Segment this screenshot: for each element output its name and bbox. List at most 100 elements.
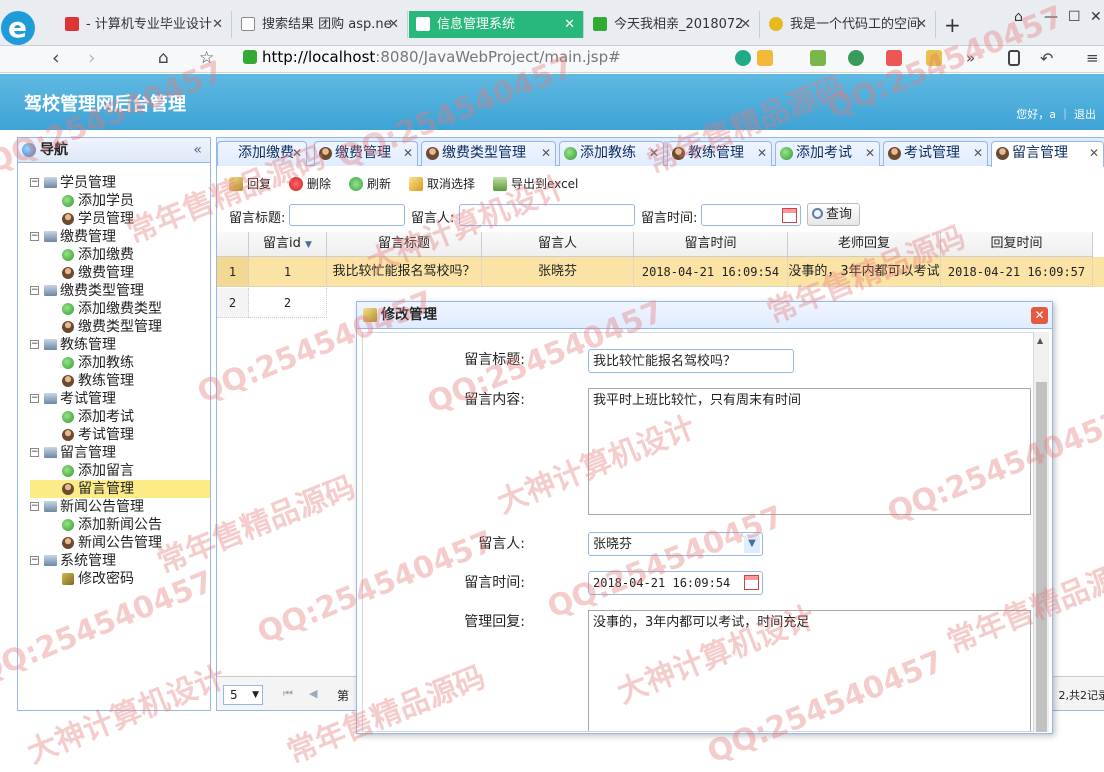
collapse-toggle-icon[interactable]: − (30, 448, 39, 457)
browser-tab-5[interactable]: 我是一个代码工的空间 ✕ (762, 11, 936, 38)
tab-close-icon[interactable]: ✕ (541, 142, 551, 165)
nav-item[interactable]: 学员管理 (30, 210, 210, 228)
page-size-select[interactable]: 5▼ (223, 685, 263, 705)
browser-tab-3[interactable]: 信息管理系统 ✕ (409, 11, 584, 38)
tab-close-icon[interactable]: ✕ (757, 142, 767, 165)
prev-page-icon[interactable]: ◀ (309, 687, 317, 700)
nav-item[interactable]: 修改密码 (30, 570, 210, 588)
reply-textarea[interactable]: 没事的，3年内都可以考试，时间充足 (588, 610, 1031, 732)
back-icon[interactable]: ‹ (52, 47, 60, 69)
unselect-button[interactable]: 取消选择 (409, 174, 475, 194)
tab-close-icon[interactable]: ✕ (740, 11, 751, 38)
forward-icon[interactable]: › (88, 47, 96, 69)
collapse-toggle-icon[interactable]: − (30, 178, 39, 187)
nav-item[interactable]: 缴费类型管理 (30, 318, 210, 336)
filter-title-input[interactable] (289, 204, 405, 226)
nav-item[interactable]: 添加缴费 (30, 246, 210, 264)
export-excel-button[interactable]: 导出到excel (493, 174, 578, 194)
content-tab[interactable]: 添加考试✕ (775, 141, 880, 166)
author-select[interactable]: 张晓芬▼ (588, 532, 763, 556)
security-icon[interactable] (848, 50, 864, 66)
tab-close-icon[interactable]: ✕ (564, 11, 575, 38)
home-icon[interactable]: ⌂ (158, 48, 169, 68)
calendar-icon[interactable] (782, 208, 797, 223)
nav-item[interactable]: 留言管理 (30, 480, 210, 498)
tab-close-icon[interactable]: ✕ (388, 11, 399, 38)
apps-icon[interactable] (810, 50, 826, 66)
nav-group[interactable]: −教练管理 (30, 336, 210, 354)
column-header[interactable]: 留言人 (482, 232, 634, 257)
nav-group[interactable]: −系统管理 (30, 552, 210, 570)
calendar-icon[interactable] (744, 575, 759, 590)
nav-item[interactable]: 添加缴费类型 (30, 300, 210, 318)
column-header[interactable]: 老师回复 (788, 232, 941, 257)
content-textarea[interactable]: 我平时上班比较忙，只有周末有时间 (588, 388, 1031, 515)
scroll-up-icon[interactable]: ▲ (1037, 336, 1043, 345)
undo-icon[interactable]: ↶ (1040, 49, 1053, 68)
collapse-toggle-icon[interactable]: − (30, 556, 39, 565)
tab-close-icon[interactable]: ✕ (973, 142, 983, 165)
collapse-toggle-icon[interactable]: − (30, 340, 39, 349)
collapse-toggle-icon[interactable]: − (30, 286, 39, 295)
tab-close-icon[interactable]: ✕ (403, 142, 413, 165)
content-tab[interactable]: 留言管理✕ (991, 141, 1104, 167)
menu-icon[interactable]: ≡ (1086, 49, 1099, 67)
bookmark-star-icon[interactable]: ☆ (199, 48, 214, 68)
content-tab[interactable]: 添加教练✕ (559, 141, 664, 166)
reply-button[interactable]: 回复 (229, 174, 271, 194)
filter-author-input[interactable] (459, 204, 635, 226)
new-tab-button[interactable]: + (944, 13, 961, 37)
column-header[interactable]: 留言标题 (327, 232, 482, 257)
translate-icon[interactable] (886, 50, 902, 66)
content-tab[interactable]: 考试管理✕ (883, 141, 988, 166)
nav-item[interactable]: 新闻公告管理 (30, 534, 210, 552)
browser-tab-2[interactable]: 搜索结果 团购 asp.ne ✕ (234, 11, 408, 38)
maximize-icon[interactable]: ☐ (1068, 9, 1081, 25)
time-field[interactable]: 2018-04-21 16:09:54 (588, 571, 763, 595)
nav-item[interactable]: 添加新闻公告 (30, 516, 210, 534)
first-page-icon[interactable]: ⏮ (283, 687, 293, 701)
url-input[interactable]: http://localhost:8080/JavaWebProject/mai… (262, 48, 621, 66)
tab-close-icon[interactable]: ✕ (916, 11, 927, 38)
nav-group[interactable]: −学员管理 (30, 174, 210, 192)
lightning-icon[interactable] (757, 50, 773, 66)
collapse-toggle-icon[interactable]: − (30, 394, 39, 403)
column-header[interactable]: 留言id ▼ (249, 232, 327, 257)
nav-group[interactable]: −考试管理 (30, 390, 210, 408)
content-tab[interactable]: 教练管理✕ (667, 141, 772, 166)
browser-tab-4[interactable]: 今天我相亲_2018072 ✕ (586, 11, 760, 38)
scrollbar-thumb[interactable] (1036, 382, 1047, 732)
collapse-icon[interactable]: « (193, 138, 202, 163)
tab-close-icon[interactable]: ✕ (212, 11, 223, 38)
collapse-toggle-icon[interactable]: − (30, 232, 39, 241)
search-button[interactable]: 查询 (807, 203, 860, 226)
tab-close-icon[interactable]: ✕ (865, 142, 875, 165)
nav-item[interactable]: 缴费管理 (30, 264, 210, 282)
user-greeting[interactable]: 您好，a ｜ 退出 (1016, 106, 1096, 122)
tab-close-icon[interactable]: ✕ (1089, 142, 1099, 165)
nav-item[interactable]: 添加考试 (30, 408, 210, 426)
nav-item[interactable]: 添加留言 (30, 462, 210, 480)
nav-group[interactable]: −缴费类型管理 (30, 282, 210, 300)
title-field[interactable]: 我比较忙能报名驾校吗？ (588, 349, 794, 373)
browser-tab-1[interactable]: - 计算机专业毕业设计 ✕ (58, 11, 232, 38)
screenshot-icon[interactable] (926, 50, 942, 66)
refresh-button[interactable]: 刷新 (349, 174, 391, 194)
nav-item[interactable]: 添加学员 (30, 192, 210, 210)
chevron-down-icon[interactable]: ▼ (744, 535, 760, 553)
more-tools-icon[interactable]: » (966, 49, 975, 67)
content-tab[interactable]: 添加缴费✕ (217, 141, 307, 166)
column-header[interactable]: 留言时间 (634, 232, 788, 257)
minimize-icon[interactable]: — (1044, 9, 1058, 25)
nav-group[interactable]: −缴费管理 (30, 228, 210, 246)
speed-mode-icon[interactable] (735, 50, 751, 66)
nav-group[interactable]: −留言管理 (30, 444, 210, 462)
content-tab[interactable]: 缴费类型管理✕ (421, 141, 556, 166)
nav-item[interactable]: 考试管理 (30, 426, 210, 444)
device-icon[interactable] (1008, 50, 1020, 66)
tab-close-icon[interactable]: ✕ (649, 142, 659, 165)
nav-group[interactable]: −新闻公告管理 (30, 498, 210, 516)
window-close-icon[interactable]: ✕ (1090, 9, 1102, 25)
collapse-toggle-icon[interactable]: − (30, 502, 39, 511)
tab-close-icon[interactable]: ✕ (292, 142, 302, 165)
